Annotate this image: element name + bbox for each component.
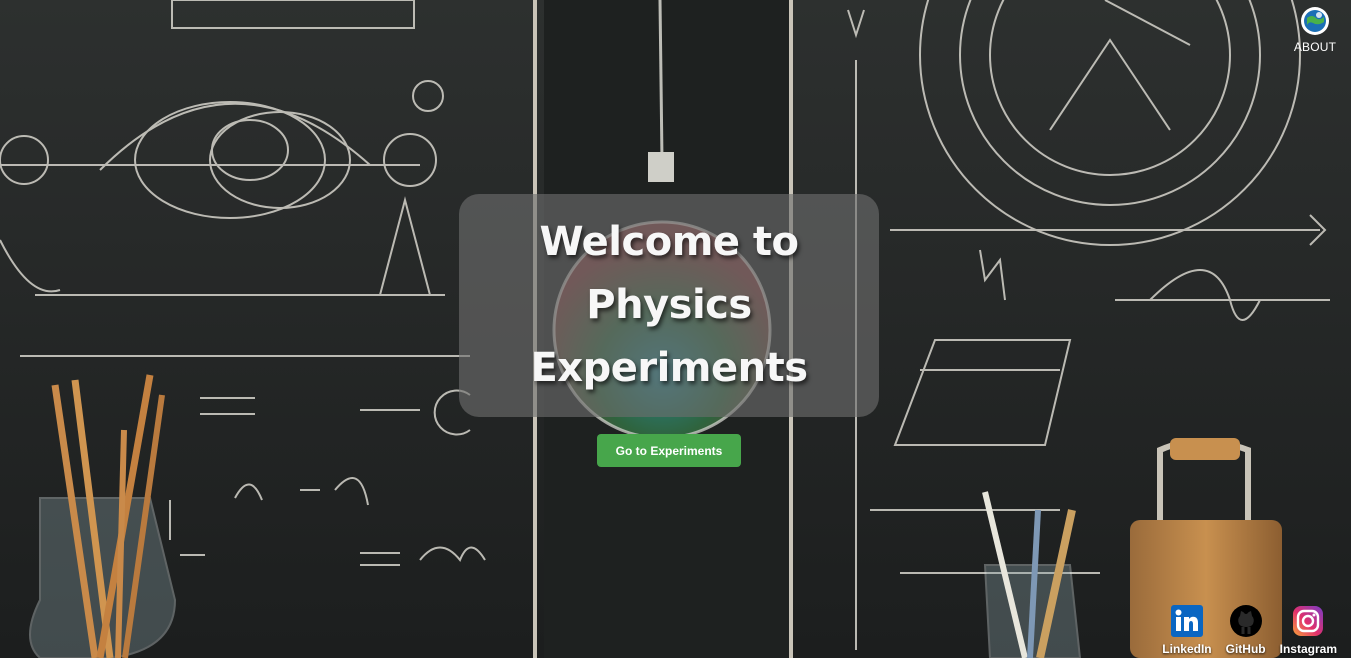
about-link[interactable]: ABOUT — [1293, 6, 1337, 54]
page-title: Welcome to Physics Experiments — [530, 219, 808, 391]
go-to-experiments-button[interactable]: Go to Experiments — [597, 434, 741, 467]
instagram-icon — [1293, 606, 1324, 636]
social-links: LinkedIn GitHub Instagram — [1162, 604, 1337, 656]
instagram-link[interactable]: Instagram — [1280, 604, 1337, 656]
github-link[interactable]: GitHub — [1226, 604, 1266, 656]
about-label: ABOUT — [1293, 40, 1337, 54]
globe-icon — [1301, 7, 1329, 35]
linkedin-link[interactable]: LinkedIn — [1162, 604, 1212, 656]
github-icon — [1229, 605, 1262, 637]
hero-panel: Welcome to Physics Experiments — [459, 194, 879, 417]
social-label: LinkedIn — [1162, 642, 1212, 656]
social-label: GitHub — [1225, 642, 1266, 656]
linkedin-icon — [1170, 605, 1203, 637]
landing-page: ABOUT Welcome to Physics Experiments Go … — [0, 0, 1351, 658]
social-label: Instagram — [1279, 642, 1337, 656]
